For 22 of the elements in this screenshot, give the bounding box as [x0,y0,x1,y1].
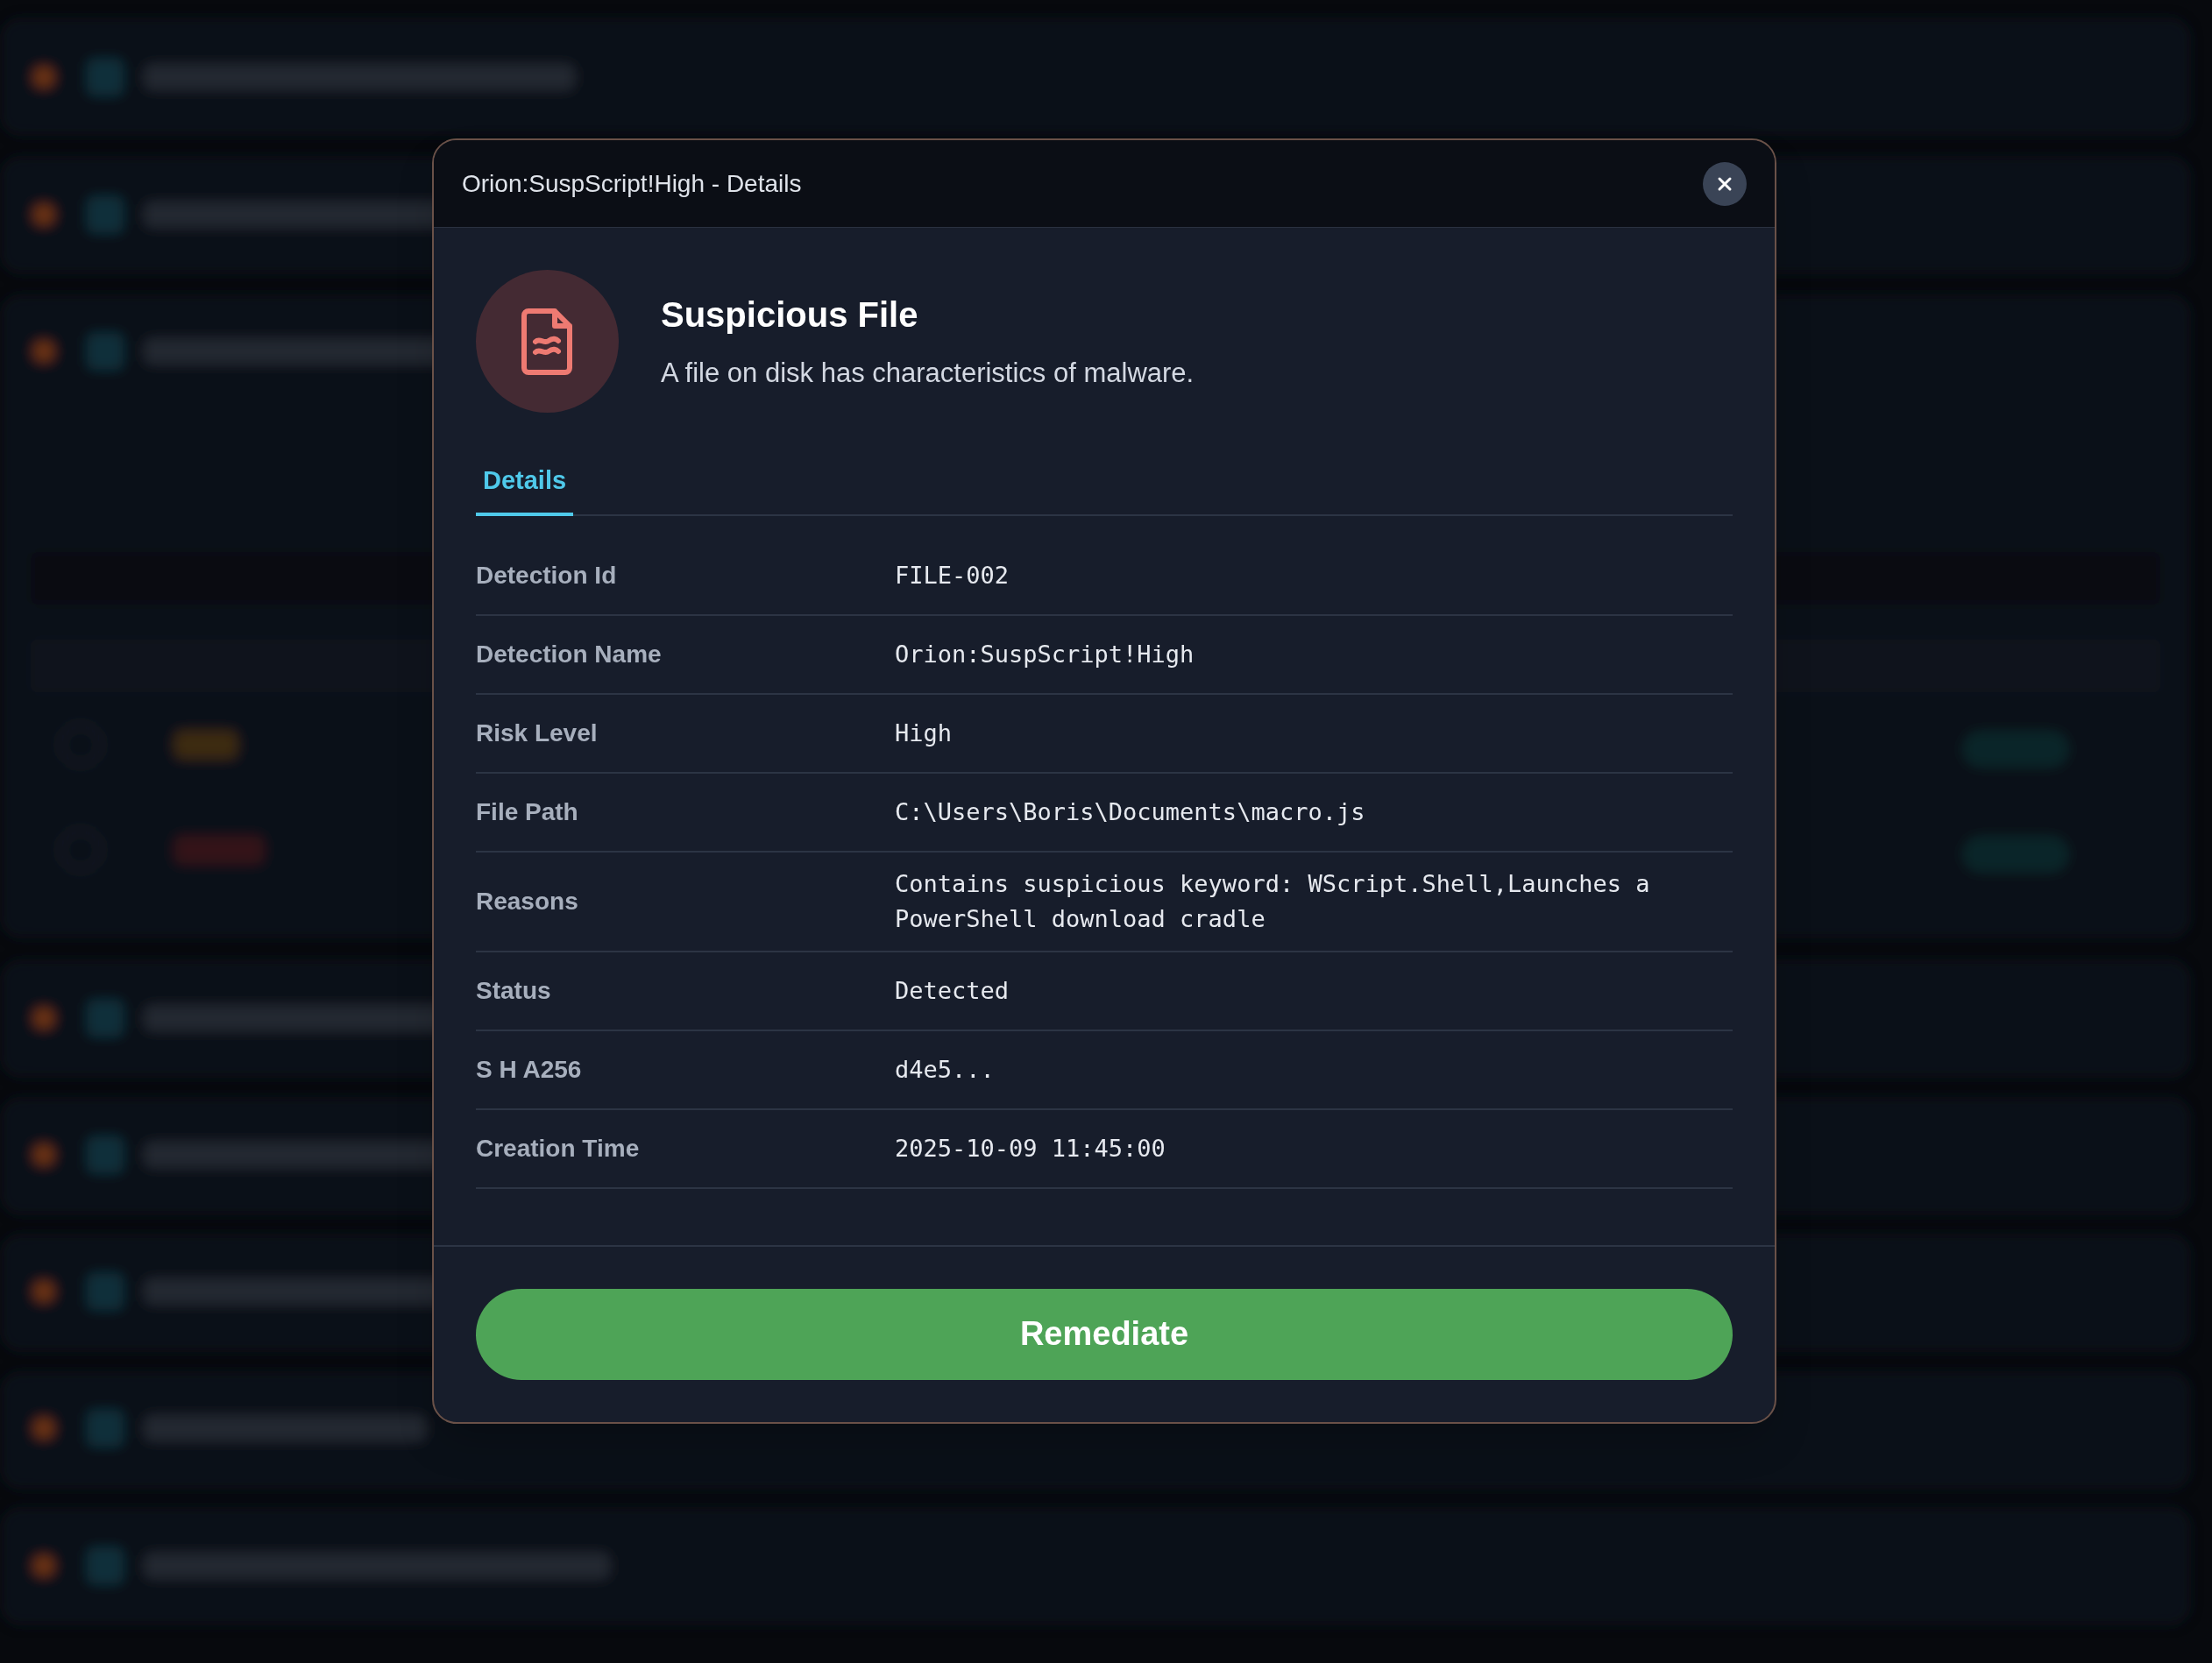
field-label: Detection Name [476,639,663,669]
field-value: Detected [895,975,1010,1006]
field-value: FILE-002 [895,560,1010,591]
field-label: Risk Level [476,718,599,748]
field-value: Orion:SuspScript!High [895,639,1195,669]
document-icon [521,308,574,375]
details-tab[interactable]: Details [476,462,574,516]
field-value: C:\Users\Boris\Documents\macro.js [895,796,1366,827]
field-value: Contains suspicious keyword: WScript.Shell,Launches a PowerShell download cradle [895,868,1651,934]
detection-description: A file on disk has characteristics of malware. [661,357,1195,391]
field-label: S H A256 [476,1054,583,1085]
field-value: d4e5... [895,1054,996,1085]
dialog-title: Orion:SuspScript!High - Details [462,168,802,199]
field-value: 2025-10-09 11:45:00 [895,1133,1166,1164]
field-label: Detection Id [476,560,618,591]
detection-heading: Suspicious File [661,294,919,336]
close-button[interactable] [1703,161,1747,206]
field-label: Reasons [476,886,579,916]
field-value: High [895,718,954,748]
field-label: File Path [476,796,579,827]
field-label: Creation Time [476,1133,641,1164]
field-label: Status [476,975,552,1006]
